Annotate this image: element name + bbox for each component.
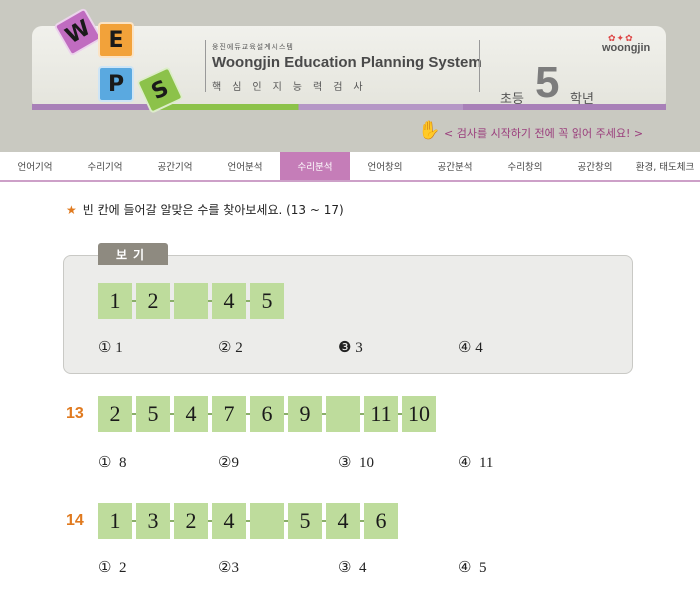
answer-option[interactable]: ④ 11 — [458, 453, 493, 472]
system-small-title: 웅진에듀교육설계시스템 — [212, 43, 294, 51]
sequence-cell: 6 — [364, 503, 398, 539]
grade-number: 5 — [535, 58, 560, 107]
sequence-cell: 7 — [212, 396, 246, 432]
grade-suffix: 학년 — [570, 92, 594, 107]
sequence-cell: 5 — [136, 396, 170, 432]
answer-option[interactable]: ②3 — [218, 558, 239, 577]
sequence-cell: 10 — [402, 396, 436, 432]
star-icon: ★ — [66, 203, 77, 217]
tab-item[interactable]: 언어기억 — [0, 152, 70, 180]
sequence-cell: 5 — [250, 283, 284, 319]
brand-logo: woongjin — [602, 42, 651, 54]
answer-option[interactable]: ① 1 — [98, 338, 123, 357]
sequence-cell: 1 — [98, 283, 132, 319]
header: W E P S 웅진에듀교육설계시스템 Woongjin Education P… — [0, 0, 700, 152]
tab-bar: 언어기억 수리기억 공간기억 언어분석 수리분석 언어창의 공간분석 수리창의 공간창의 환경, … — [0, 152, 700, 182]
sequence-cell: 4 — [212, 283, 246, 319]
tab-item[interactable]: 공간기억 — [140, 152, 210, 180]
sequence-cell: 6 — [250, 396, 284, 432]
sequence-cell: 2 — [136, 283, 170, 319]
divider — [205, 40, 206, 92]
grade-prefix: 초등 — [500, 92, 524, 107]
sequence-cell: 4 — [212, 503, 246, 539]
notice-link[interactable]: < 검사를 시작하기 전에 꼭 읽어 주세요! > — [444, 125, 643, 141]
system-name: Woongjin Education Planning System — [212, 54, 482, 71]
logo-tile-e: E — [98, 22, 134, 58]
divider — [479, 40, 480, 92]
sequence-cell: 5 — [288, 503, 322, 539]
answer-option[interactable]: ②9 — [218, 453, 239, 472]
tab-item[interactable]: 수리분석 — [280, 152, 350, 180]
sequence-cell: 4 — [174, 396, 208, 432]
sequence-cell: 3 — [136, 503, 170, 539]
sequence-cell: 2 — [174, 503, 208, 539]
blank-cell — [250, 503, 284, 539]
tab-item[interactable]: 언어창의 — [350, 152, 420, 180]
logo-tile-p: P — [98, 66, 134, 102]
blank-cell — [174, 283, 208, 319]
sequence-cell: 2 — [98, 396, 132, 432]
sequence-cell: 9 — [288, 396, 322, 432]
question-number: 14 — [66, 512, 84, 529]
blank-cell — [326, 396, 360, 432]
tab-item[interactable]: 수리창의 — [490, 152, 560, 180]
tab-item[interactable]: 공간분석 — [420, 152, 490, 180]
sequence-cell: 1 — [98, 503, 132, 539]
answer-option[interactable]: ③ 10 — [338, 453, 374, 472]
answer-option[interactable]: ① 8 — [98, 453, 126, 472]
sequence-cell: 4 — [326, 503, 360, 539]
tab-item[interactable]: 환경, 태도체크 — [630, 152, 700, 180]
answer-option[interactable]: ① 2 — [98, 558, 126, 577]
instruction-text: 빈 칸에 들어갈 알맞은 수를 찾아보세요. (13 ~ 17) — [82, 203, 344, 217]
tab-item[interactable]: 수리기억 — [70, 152, 140, 180]
system-subtitle: 핵심인지능력검사 — [212, 82, 374, 93]
answer-option[interactable]: ④ 4 — [458, 338, 483, 357]
answer-option[interactable]: ② 2 — [218, 338, 243, 357]
answer-option[interactable]: ④ 5 — [458, 558, 486, 577]
tab-item[interactable]: 언어분석 — [210, 152, 280, 180]
answer-option[interactable]: ③ 4 — [338, 558, 366, 577]
instruction: ★ 빈 칸에 들어갈 알맞은 수를 찾아보세요. (13 ~ 17) — [66, 201, 344, 218]
answer-option[interactable]: ❸ 3 — [338, 338, 363, 357]
tab-item[interactable]: 공간창의 — [560, 152, 630, 180]
pointing-hand-icon: ✋ — [418, 120, 441, 141]
sequence-cell: 11 — [364, 396, 398, 432]
question-number: 13 — [66, 405, 84, 422]
example-label: 보기 — [98, 243, 168, 265]
